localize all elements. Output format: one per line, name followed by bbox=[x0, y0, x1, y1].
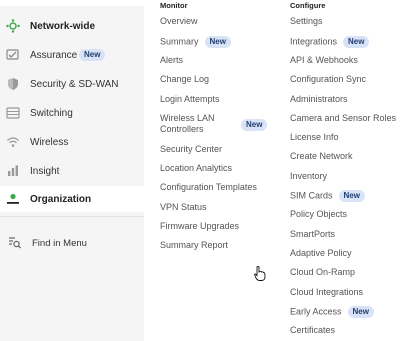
sidebar-item-label: Switching bbox=[30, 107, 73, 119]
sidebar-divider bbox=[0, 216, 144, 217]
sidebar-item-label: Organization bbox=[30, 193, 92, 205]
menu-link-label: SmartPorts bbox=[290, 229, 336, 239]
menu-link-label: Wireless LAN Controllers bbox=[160, 113, 215, 134]
new-badge: New bbox=[204, 36, 231, 48]
menu-link-label: Login Attempts bbox=[160, 94, 220, 104]
menu-link-overview[interactable]: Overview bbox=[160, 16, 198, 27]
menu-link-label: Summary bbox=[160, 36, 199, 47]
find-in-menu-button[interactable]: Find in Menu bbox=[0, 232, 144, 254]
menu-link-smartports[interactable]: SmartPorts bbox=[290, 229, 335, 240]
menu-link-wireless-lan-controllers[interactable]: Wireless LAN Controllers bbox=[160, 113, 230, 135]
sidebar: Network-wide Assurance New Security & SD… bbox=[0, 0, 144, 341]
menu-link-license-info[interactable]: License Info bbox=[290, 132, 339, 143]
sidebar-item-organization[interactable]: Organization bbox=[0, 186, 144, 212]
menu-link-label: Summary Report bbox=[160, 240, 229, 250]
wifi-icon bbox=[6, 135, 20, 149]
menu-link-label: Cloud Integrations bbox=[290, 287, 364, 297]
sidebar-item-security-sd-wan[interactable]: Security & SD-WAN bbox=[0, 71, 144, 97]
menu-link-adaptive-policy[interactable]: Adaptive Policy bbox=[290, 248, 352, 259]
configure-heading: Configure bbox=[290, 1, 326, 10]
menu-link-cloud-on-ramp[interactable]: Cloud On-Ramp bbox=[290, 267, 355, 278]
network-icon bbox=[6, 19, 20, 33]
menu-link-early-access[interactable]: Early Access New bbox=[290, 306, 374, 318]
menu-link-label: Policy Objects bbox=[290, 209, 348, 219]
menu-link-label: Configuration Templates bbox=[160, 182, 257, 192]
menu-link-security-center[interactable]: Security Center bbox=[160, 144, 222, 155]
sidebar-item-label: Wireless bbox=[30, 136, 69, 148]
menu-link-cloud-integrations[interactable]: Cloud Integrations bbox=[290, 287, 363, 298]
menu-link-label: Certificates bbox=[290, 325, 336, 335]
menu-link-label: Alerts bbox=[160, 55, 184, 65]
menu-link-label: API & Webhooks bbox=[290, 55, 358, 65]
menu-link-summary[interactable]: Summary New bbox=[160, 36, 231, 48]
sidebar-top-edge bbox=[0, 0, 144, 6]
new-badge: New bbox=[347, 306, 374, 318]
menu-link-label: Cloud On-Ramp bbox=[290, 267, 356, 277]
menu-link-change-log[interactable]: Change Log bbox=[160, 74, 209, 85]
menu-link-sim-cards[interactable]: SIM Cards New bbox=[290, 190, 365, 202]
menu-link-label: Settings bbox=[290, 16, 323, 26]
menu-link-label: Create Network bbox=[290, 151, 353, 161]
menu-link-label: Overview bbox=[160, 16, 198, 26]
menu-link-inventory[interactable]: Inventory bbox=[290, 171, 327, 182]
menu-link-certificates[interactable]: Certificates bbox=[290, 325, 335, 336]
menu-link-camera-sensor-roles[interactable]: Camera and Sensor Roles bbox=[290, 113, 396, 124]
sidebar-item-label: Insight bbox=[30, 165, 60, 177]
assurance-icon bbox=[6, 48, 20, 62]
menu-link-policy-objects[interactable]: Policy Objects bbox=[290, 209, 347, 220]
menu-link-settings[interactable]: Settings bbox=[290, 16, 323, 27]
monitor-heading: Monitor bbox=[160, 1, 188, 10]
new-badge: New bbox=[343, 36, 370, 48]
menu-link-administrators[interactable]: Administrators bbox=[290, 94, 348, 105]
menu-link-configuration-sync[interactable]: Configuration Sync bbox=[290, 74, 366, 85]
menu-link-summary-report[interactable]: Summary Report bbox=[160, 240, 228, 251]
sidebar-item-label: Assurance bbox=[30, 49, 78, 61]
menu-link-label: Configuration Sync bbox=[290, 74, 367, 84]
menu-link-label: Camera and Sensor Roles bbox=[290, 113, 397, 123]
menu-link-configuration-templates[interactable]: Configuration Templates bbox=[160, 182, 257, 193]
menu-link-alerts[interactable]: Alerts bbox=[160, 55, 183, 66]
menu-link-label: Location Analytics bbox=[160, 163, 233, 173]
menu-link-label: Integrations bbox=[290, 36, 338, 47]
search-list-icon bbox=[8, 236, 22, 255]
organization-icon bbox=[6, 192, 20, 206]
menu-link-label: Security Center bbox=[160, 144, 223, 154]
menu-link-label: Adaptive Policy bbox=[290, 248, 352, 258]
sidebar-item-assurance[interactable]: Assurance New bbox=[0, 42, 144, 68]
menu-link-label: Firmware Upgrades bbox=[160, 221, 240, 231]
new-badge: New bbox=[241, 119, 268, 131]
sidebar-item-insight[interactable]: Insight bbox=[0, 158, 144, 184]
menu-link-api-webhooks[interactable]: API & Webhooks bbox=[290, 55, 358, 66]
menu-link-location-analytics[interactable]: Location Analytics bbox=[160, 163, 232, 174]
switch-icon bbox=[6, 106, 20, 120]
menu-link-label: Administrators bbox=[290, 94, 348, 104]
menu-link-create-network[interactable]: Create Network bbox=[290, 151, 353, 162]
menu-link-label: Early Access bbox=[290, 306, 342, 317]
menu-link-firmware-upgrades[interactable]: Firmware Upgrades bbox=[160, 221, 239, 232]
menu-link-label: SIM Cards bbox=[290, 190, 333, 201]
menu-link-login-attempts[interactable]: Login Attempts bbox=[160, 94, 220, 105]
hand-cursor-icon bbox=[254, 266, 266, 286]
menu-link-integrations[interactable]: Integrations New bbox=[290, 36, 370, 48]
insight-icon bbox=[6, 164, 20, 178]
menu-link-vpn-status[interactable]: VPN Status bbox=[160, 202, 207, 213]
sidebar-item-switching[interactable]: Switching bbox=[0, 100, 144, 126]
shield-icon bbox=[6, 77, 20, 91]
new-badge: New bbox=[338, 190, 365, 202]
sidebar-item-label: Network-wide bbox=[30, 20, 96, 32]
sidebar-item-wireless[interactable]: Wireless bbox=[0, 129, 144, 155]
menu-link-label: VPN Status bbox=[160, 202, 207, 212]
sidebar-item-label: Security & SD-WAN bbox=[30, 78, 119, 90]
new-badge: New bbox=[79, 49, 106, 61]
sidebar-item-network-wide[interactable]: Network-wide bbox=[0, 13, 144, 39]
find-in-menu-label: Find in Menu bbox=[32, 237, 87, 249]
menu-link-label: Inventory bbox=[290, 171, 328, 181]
menu-link-label: Change Log bbox=[160, 74, 210, 84]
menu-link-label: License Info bbox=[290, 132, 339, 142]
